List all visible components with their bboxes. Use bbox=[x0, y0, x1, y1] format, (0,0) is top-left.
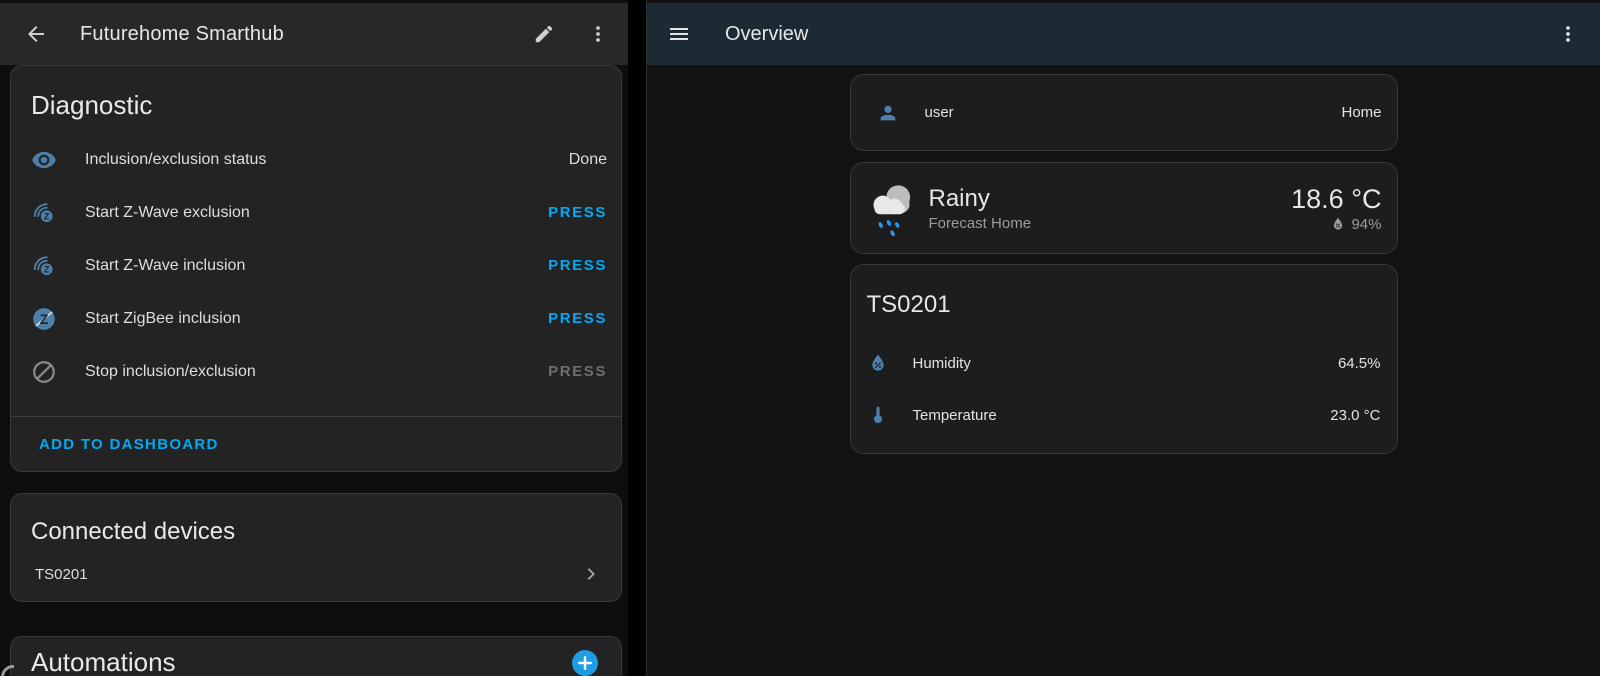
menu-button[interactable] bbox=[665, 20, 693, 48]
add-automation-button[interactable] bbox=[571, 649, 599, 676]
z-wave-icon: Z bbox=[31, 200, 57, 226]
row-start-zwave-inclusion[interactable]: Z Start Z-Wave inclusion PRESS bbox=[11, 239, 621, 292]
row-label: Start Z-Wave inclusion bbox=[85, 257, 245, 275]
row-inclusion-exclusion-status[interactable]: Inclusion/exclusion status Done bbox=[11, 133, 621, 186]
entity-name: user bbox=[925, 104, 954, 121]
weather-humidity: 94% bbox=[1291, 216, 1381, 233]
diagnostic-card-title: Diagnostic bbox=[11, 66, 621, 121]
row-value: 23.0 °C bbox=[1330, 407, 1380, 424]
row-humidity[interactable]: Humidity 64.5% bbox=[851, 337, 1397, 389]
kebab-menu-icon bbox=[1557, 23, 1579, 45]
left-scroll-area: Diagnostic Inclusion/exclusion status Do… bbox=[10, 65, 622, 676]
diagnostic-rows: Inclusion/exclusion status Done Z Start … bbox=[11, 133, 621, 398]
row-label: Start ZigBee inclusion bbox=[85, 310, 241, 328]
hamburger-icon bbox=[667, 22, 691, 46]
row-label: Stop inclusion/exclusion bbox=[85, 363, 256, 381]
press-button[interactable]: PRESS bbox=[548, 204, 607, 221]
device-detail-window: Futurehome Smarthub Diagnostic Inclusio bbox=[0, 0, 628, 676]
weather-temperature: 18.6 °C bbox=[1291, 184, 1381, 214]
screen: Futurehome Smarthub Diagnostic Inclusio bbox=[0, 0, 1600, 676]
weather-readings: 18.6 °C 94% bbox=[1291, 184, 1381, 233]
connected-devices-card: Connected devices TS0201 bbox=[10, 493, 622, 602]
z-wave-icon: Z bbox=[31, 253, 57, 279]
thermometer-icon bbox=[867, 404, 889, 426]
water-percent-icon bbox=[867, 352, 889, 374]
connected-device-row-ts0201[interactable]: TS0201 bbox=[11, 562, 621, 586]
row-label: Inclusion/exclusion status bbox=[85, 151, 266, 169]
row-label: Humidity bbox=[913, 355, 971, 372]
chevron-right-icon bbox=[579, 562, 603, 586]
press-button-disabled: PRESS bbox=[548, 363, 607, 380]
overflow-menu-button[interactable] bbox=[584, 20, 612, 48]
overflow-menu-button[interactable] bbox=[1554, 20, 1582, 48]
pencil-icon bbox=[533, 23, 555, 45]
press-button[interactable]: PRESS bbox=[548, 310, 607, 327]
weather-card[interactable]: Rainy Forecast Home 18.6 °C 94% bbox=[850, 162, 1398, 254]
press-button[interactable]: PRESS bbox=[548, 257, 607, 274]
zigbee-icon: Z bbox=[31, 306, 57, 332]
row-stop-inclusion-exclusion[interactable]: Stop inclusion/exclusion PRESS bbox=[11, 345, 621, 398]
weather-humidity-value: 94% bbox=[1351, 216, 1381, 233]
back-button[interactable] bbox=[22, 20, 50, 48]
overview-window: Overview user Home bbox=[646, 0, 1600, 676]
row-state: Done bbox=[569, 151, 607, 169]
automations-card: Automations bbox=[10, 636, 622, 676]
diagnostic-card: Diagnostic Inclusion/exclusion status Do… bbox=[10, 65, 622, 472]
plus-circle-icon bbox=[571, 649, 599, 676]
right-app-bar: Overview bbox=[647, 3, 1600, 65]
row-start-zigbee-inclusion[interactable]: Z Start ZigBee inclusion PRESS bbox=[11, 292, 621, 345]
svg-text:Z: Z bbox=[44, 211, 50, 221]
water-percent-icon bbox=[1330, 216, 1346, 232]
eye-icon bbox=[31, 147, 57, 173]
ts0201-card-title: TS0201 bbox=[851, 265, 1397, 319]
ts0201-card: TS0201 Humidity 64.5% Temperature bbox=[850, 264, 1398, 454]
row-label: Start Z-Wave exclusion bbox=[85, 204, 250, 222]
dashboard-view: user Home bbox=[647, 65, 1600, 454]
entity-state: Home bbox=[1341, 104, 1381, 121]
row-start-zwave-exclusion[interactable]: Z Start Z-Wave exclusion PRESS bbox=[11, 186, 621, 239]
add-to-dashboard-button[interactable]: ADD TO DASHBOARD bbox=[39, 436, 219, 453]
ts0201-rows: Humidity 64.5% Temperature 23.0 °C bbox=[851, 337, 1397, 441]
automations-title: Automations bbox=[11, 637, 621, 676]
row-value: 64.5% bbox=[1338, 355, 1381, 372]
edit-button[interactable] bbox=[530, 20, 558, 48]
device-name: TS0201 bbox=[35, 566, 88, 583]
svg-text:Z: Z bbox=[44, 264, 50, 274]
weather-summary: Rainy Forecast Home bbox=[929, 184, 1032, 232]
user-entity-card[interactable]: user Home bbox=[850, 74, 1398, 151]
kebab-menu-icon bbox=[587, 23, 609, 45]
page-title: Futurehome Smarthub bbox=[80, 23, 284, 46]
left-app-bar: Futurehome Smarthub bbox=[0, 3, 628, 65]
cancel-icon bbox=[31, 359, 57, 385]
weather-entity-name: Forecast Home bbox=[929, 215, 1032, 232]
row-temperature[interactable]: Temperature 23.0 °C bbox=[851, 389, 1397, 441]
weather-condition: Rainy bbox=[929, 184, 1032, 213]
dashboard-title: Overview bbox=[725, 23, 808, 46]
svg-text:Z: Z bbox=[40, 310, 49, 326]
row-label: Temperature bbox=[913, 407, 997, 424]
account-icon bbox=[877, 102, 899, 124]
weather-rainy-icon bbox=[857, 175, 923, 241]
diagnostic-card-footer: ADD TO DASHBOARD bbox=[11, 417, 621, 471]
arrow-left-icon bbox=[24, 22, 48, 46]
connected-devices-title: Connected devices bbox=[11, 494, 621, 546]
